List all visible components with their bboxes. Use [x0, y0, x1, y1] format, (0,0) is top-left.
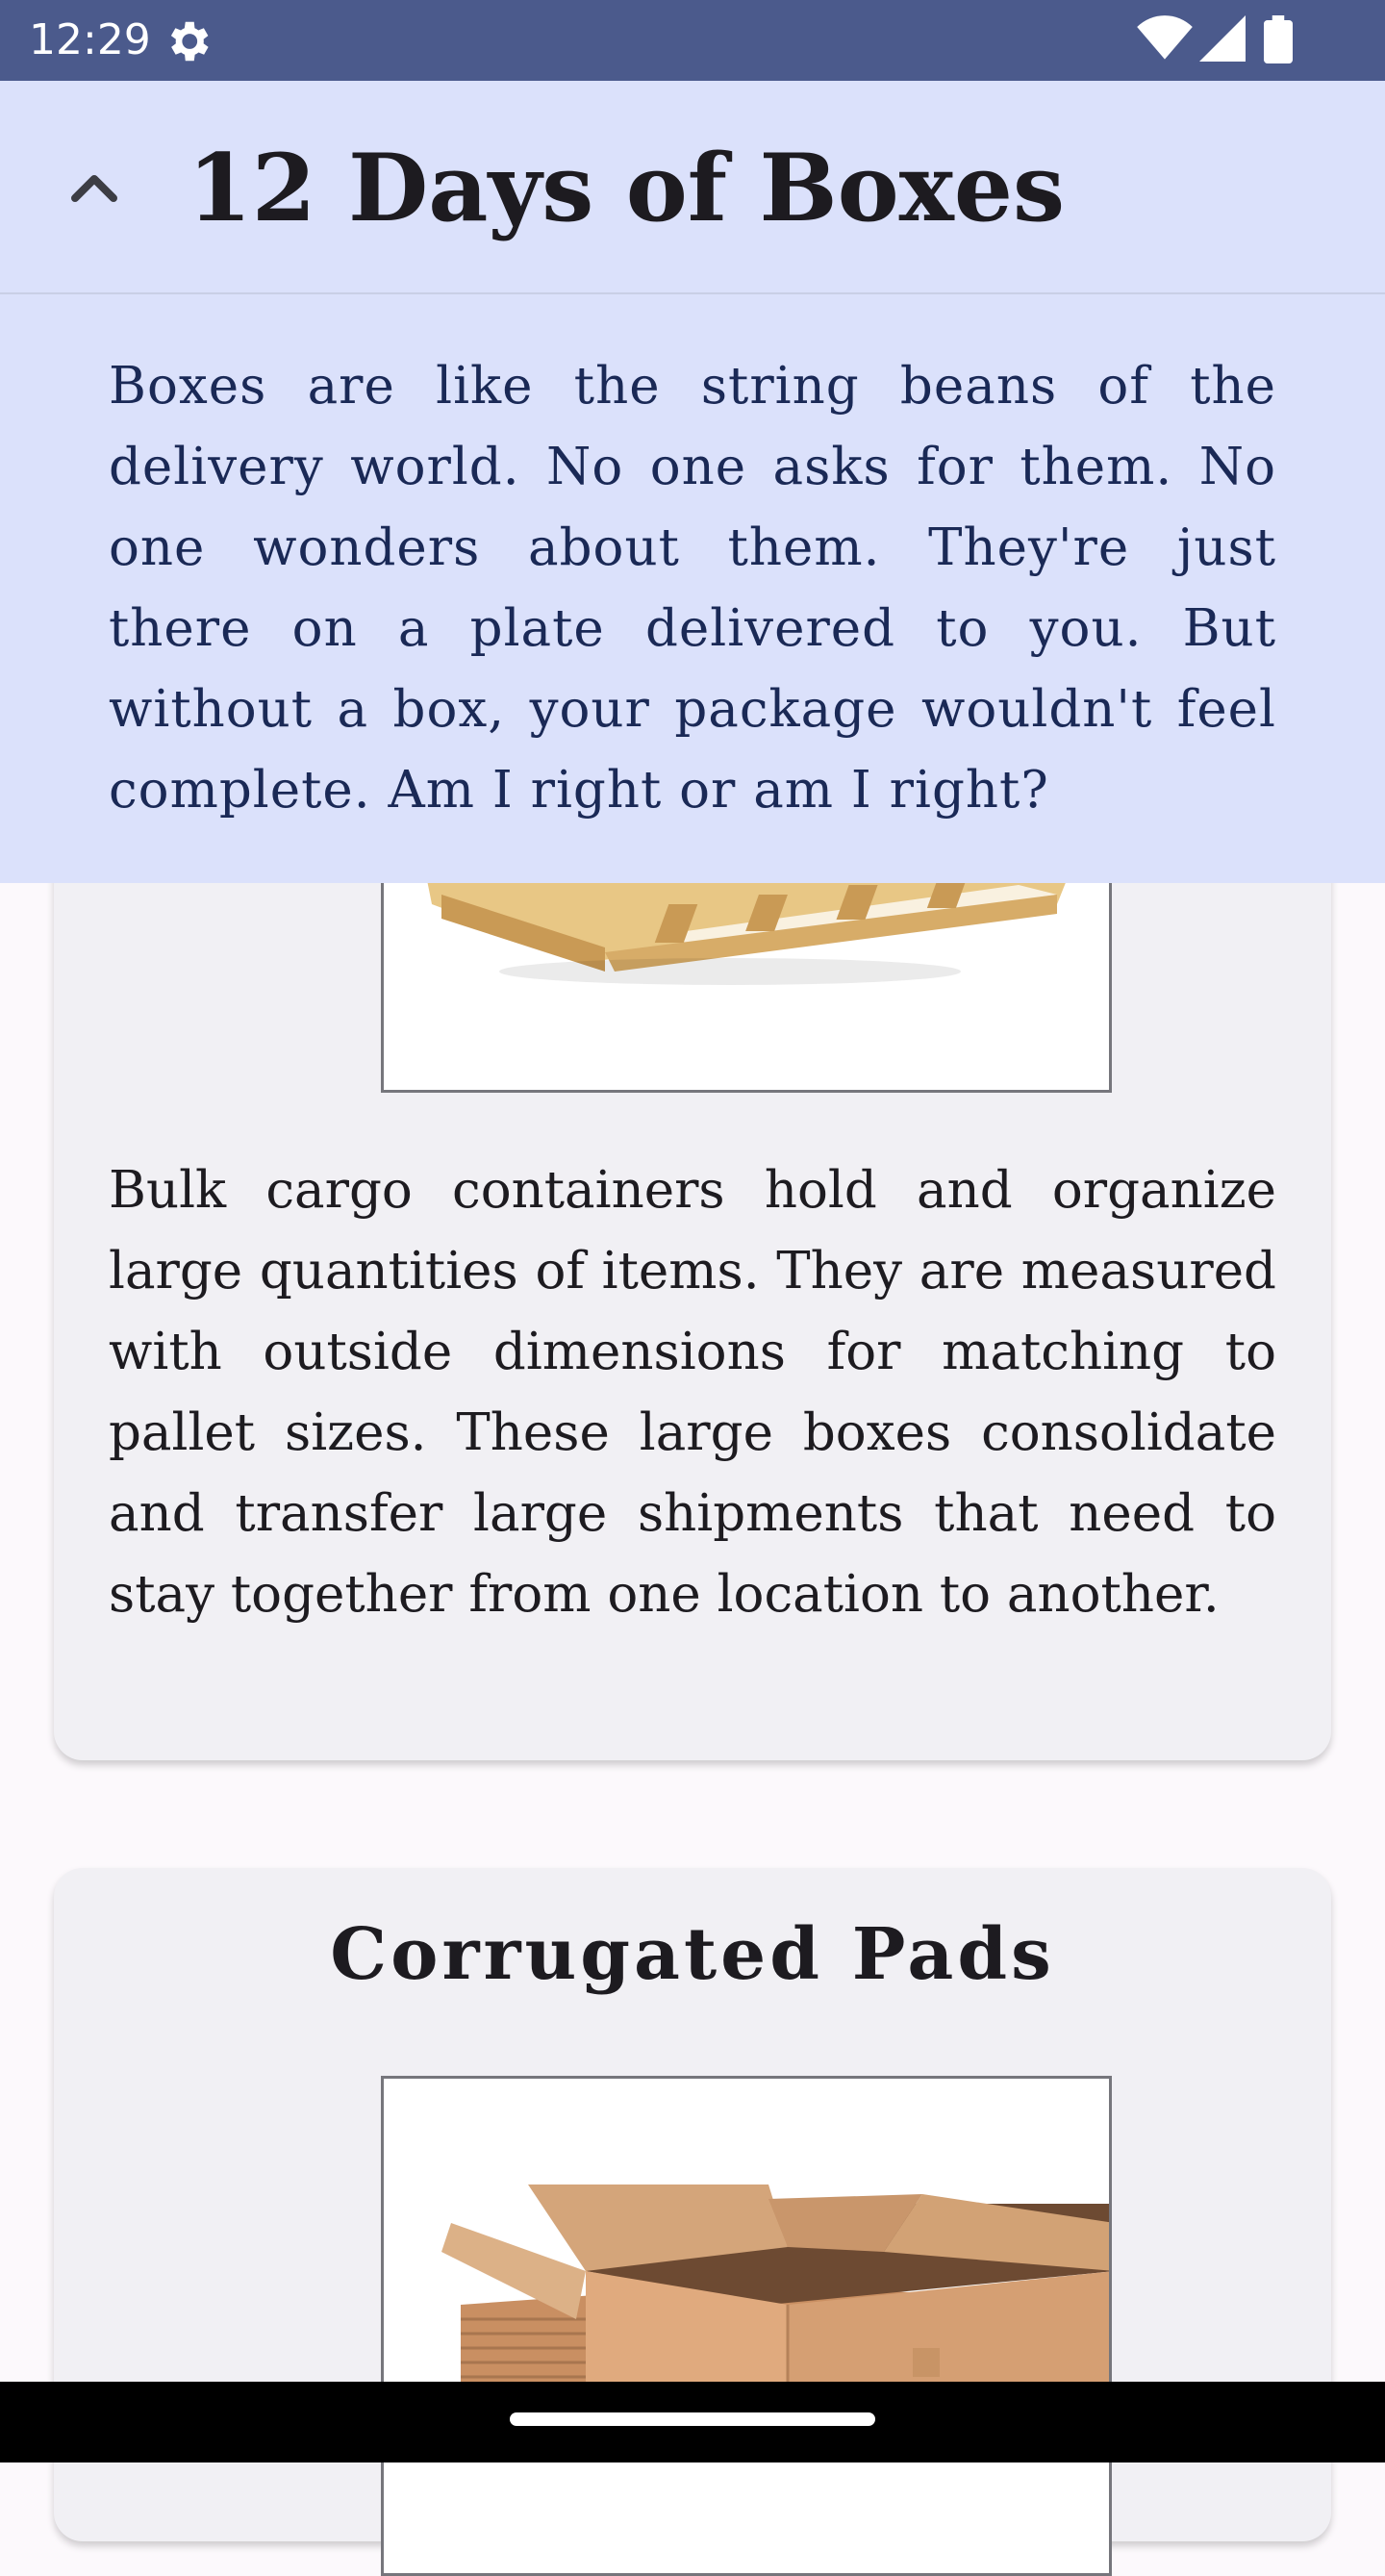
box-card-bulk-cargo: Bulk cargo containers hold and organize … — [54, 789, 1331, 1760]
navigation-bar — [0, 2382, 1385, 2462]
card-title: Corrugated Pads — [330, 1913, 1055, 1996]
wifi-icon — [1137, 15, 1193, 60]
open-box-illustration — [384, 2079, 1109, 2573]
settings-gear-icon — [170, 21, 209, 62]
cellular-signal-icon — [1199, 15, 1246, 62]
top-app-bar: 12 Days of Boxes — [0, 81, 1385, 294]
description-text: Boxes are like the string beans of the d… — [109, 357, 1276, 820]
status-time: 12:29 — [29, 15, 151, 64]
home-gesture-handle[interactable] — [510, 2412, 875, 2426]
open-cardboard-box-image — [381, 2076, 1112, 2576]
battery-icon — [1264, 15, 1293, 63]
description-panel: Boxes are like the string beans of the d… — [0, 294, 1385, 883]
status-bar: 12:29 — [0, 0, 1385, 81]
page-title: 12 Days of Boxes — [188, 134, 1065, 242]
card-description: Bulk cargo containers hold and organize … — [109, 1161, 1276, 1624]
chevron-up-icon[interactable] — [56, 150, 133, 227]
